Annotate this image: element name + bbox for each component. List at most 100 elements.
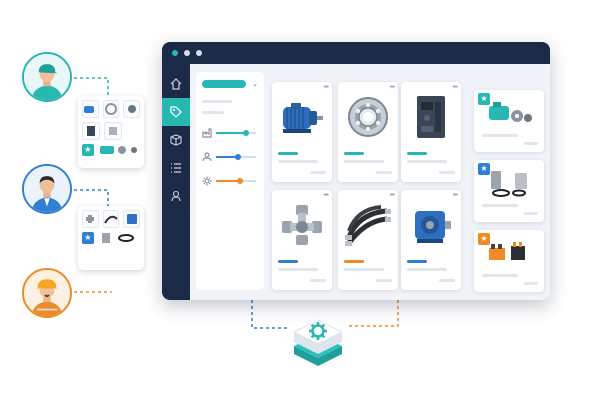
slider-fill [216, 132, 246, 134]
pipe-fitting-icon [282, 205, 322, 245]
more-icon[interactable]: ••• [324, 192, 329, 199]
category-dropdown[interactable] [202, 80, 247, 88]
motor-thumb[interactable] [82, 100, 99, 118]
text-placeholder [407, 268, 447, 271]
application-filter[interactable] [202, 176, 258, 186]
worker-cap-icon [22, 52, 72, 102]
list-icon [171, 163, 181, 173]
fitting-thumb[interactable] [82, 210, 99, 228]
more-icon[interactable]: ••• [390, 192, 395, 199]
connector-kit-icon [489, 242, 525, 260]
recommendation-connector-kit[interactable]: ★ [474, 230, 544, 292]
role-filter[interactable] [202, 152, 258, 162]
pulley-thumb[interactable] [123, 100, 141, 118]
price-placeholder [524, 212, 538, 215]
text-placeholder [278, 160, 318, 163]
nav-products[interactable] [162, 126, 190, 154]
window-titlebar [162, 42, 550, 64]
product-card-electric-motor[interactable]: ••• [272, 82, 332, 182]
hardhat-worker-icon [22, 268, 72, 318]
star-icon: ★ [82, 232, 94, 244]
hose-thumb[interactable] [102, 210, 120, 228]
motor-bundle-thumb [99, 146, 137, 154]
more-icon[interactable]: ••• [453, 192, 458, 199]
product-card-hydraulic-hoses[interactable]: ••• [338, 190, 398, 290]
price-placeholder [524, 282, 538, 285]
illustration-stage: ★ ★ ⌄ ••• ••• ••• ••• ••• ••• ★ ★ ★ [0, 0, 600, 400]
nav-user[interactable] [162, 182, 190, 210]
integration-hub-icon [292, 319, 344, 366]
saved-parts-panel[interactable]: ★ [78, 96, 144, 168]
text-placeholder [344, 268, 384, 271]
price-placeholder [524, 142, 538, 145]
bushing-set-thumb [101, 233, 134, 243]
slider-knob[interactable] [243, 130, 249, 136]
text-placeholder [482, 134, 518, 137]
electric-motor-icon [283, 103, 323, 133]
text-placeholder [344, 160, 384, 163]
text-placeholder [407, 160, 447, 163]
box-icon [170, 134, 182, 146]
window-control-dot[interactable] [172, 50, 178, 56]
chevron-down-icon[interactable]: ⌄ [252, 80, 258, 88]
businessman-icon [22, 164, 72, 214]
drive-thumb[interactable] [82, 122, 100, 140]
nav-list[interactable] [162, 154, 190, 182]
filter-panel: ⌄ [196, 72, 264, 290]
price-placeholder [376, 279, 392, 282]
recent-parts-panel[interactable]: ★ [78, 206, 144, 270]
window-control-dot[interactable] [184, 50, 190, 56]
slider-knob[interactable] [235, 154, 241, 160]
application-slider[interactable] [216, 178, 256, 184]
tag-icon [170, 106, 182, 118]
product-card-motor-drive[interactable]: ••• [401, 82, 461, 182]
industry-filter[interactable] [202, 128, 258, 138]
home-icon [170, 78, 182, 90]
gear-icon [202, 176, 212, 186]
category-accent [278, 260, 298, 263]
text-placeholder [482, 274, 518, 277]
bushing-thumb[interactable] [104, 122, 122, 140]
category-accent [278, 152, 298, 155]
gearbox-thumb[interactable] [123, 210, 141, 228]
category-accent [344, 260, 364, 263]
user-icon [171, 190, 181, 202]
bushing-set-icon [491, 171, 527, 197]
gear-reducer-icon [415, 211, 451, 243]
recommendation-motor-bundle[interactable]: ★ [474, 90, 544, 152]
category-accent [344, 152, 364, 155]
industry-slider[interactable] [216, 130, 256, 136]
more-icon[interactable]: ••• [453, 84, 458, 91]
bearing-thumb[interactable] [102, 100, 120, 118]
motor-bundle-icon [489, 102, 532, 122]
product-card-ball-bearing[interactable]: ••• [338, 82, 398, 182]
slider-knob[interactable] [237, 178, 243, 184]
nav-home[interactable] [162, 70, 190, 98]
product-card-pipe-fitting[interactable]: ••• [272, 190, 332, 290]
ball-bearing-icon [348, 97, 388, 137]
text-placeholder [278, 268, 318, 271]
recommendations-panel: ★ ★ ★ [468, 82, 550, 300]
recommendation-bushing-set[interactable]: ★ [474, 160, 544, 222]
motor-drive-icon [417, 96, 445, 138]
role-slider[interactable] [216, 154, 256, 160]
text-placeholder [202, 100, 232, 103]
nav-tags[interactable] [162, 98, 190, 126]
more-icon[interactable]: ••• [390, 84, 395, 91]
window-control-dot[interactable] [196, 50, 202, 56]
person-icon [202, 152, 212, 162]
category-accent [407, 152, 427, 155]
star-icon: ★ [82, 144, 94, 156]
price-placeholder [310, 171, 326, 174]
price-placeholder [439, 279, 455, 282]
sidebar-nav [162, 64, 190, 300]
more-icon[interactable]: ••• [324, 84, 329, 91]
factory-icon [202, 128, 212, 138]
parts-catalog-window: ⌄ ••• ••• ••• ••• ••• ••• ★ ★ ★ [162, 42, 550, 300]
product-card-gear-reducer[interactable]: ••• [401, 190, 461, 290]
price-placeholder [376, 171, 392, 174]
hydraulic-hoses-icon [345, 205, 391, 246]
text-placeholder [482, 204, 518, 207]
category-accent [407, 260, 427, 263]
price-placeholder [439, 171, 455, 174]
